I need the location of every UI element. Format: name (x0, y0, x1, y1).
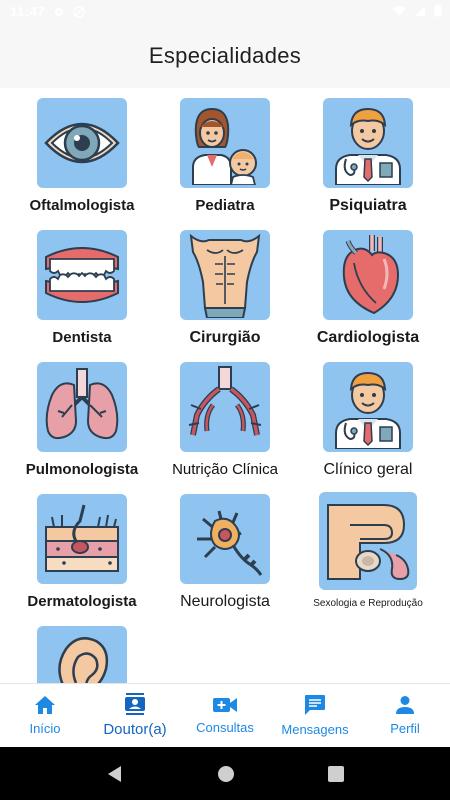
app-header: Especialidades (0, 24, 450, 88)
specialty-card-pulmonologista[interactable]: Pulmonologista (7, 352, 157, 484)
intestine-icon (188, 366, 262, 436)
specialty-tile[interactable] (37, 98, 127, 188)
app-screen: 11:47 Especialidades Oftalmologista Pedi… (0, 0, 450, 800)
specialty-card-ear[interactable] (7, 616, 157, 683)
specialty-tile[interactable] (37, 494, 127, 584)
status-right (392, 4, 442, 17)
nav-label: Início (29, 721, 61, 736)
video-call-icon (213, 698, 237, 712)
nav-inicio[interactable]: Início (0, 684, 90, 747)
status-bar: 11:47 (0, 0, 450, 24)
nav-doutor[interactable]: Doutor(a) (90, 684, 180, 747)
specialty-card-cardiologista[interactable]: Cardiologista (293, 220, 443, 352)
specialty-label: Pulmonologista (25, 461, 139, 478)
specialty-tile[interactable] (180, 494, 270, 584)
specialty-card-psiquiatra[interactable]: Psiquiatra (293, 88, 443, 220)
eye-icon (44, 122, 120, 164)
specialty-tile[interactable] (319, 492, 417, 590)
nav-label: Doutor(a) (103, 721, 167, 738)
teeth-icon (45, 247, 119, 303)
specialty-tile[interactable] (37, 626, 127, 683)
specialty-tile[interactable] (180, 98, 270, 188)
specialty-label: Oftalmologista (29, 197, 135, 214)
system-navigation-bar (0, 747, 450, 800)
person-icon (396, 696, 414, 714)
specialty-label: Nutrição Clínica (172, 461, 278, 478)
specialty-label: Cardiologista (316, 329, 420, 346)
home-button-icon[interactable] (217, 765, 235, 783)
contacts-icon (125, 693, 145, 715)
torso-icon (189, 233, 261, 318)
bottom-navigation: Início Doutor(a) Consultas Mensagens Per… (0, 683, 450, 747)
nav-label: Mensagens (281, 722, 349, 737)
nav-perfil[interactable]: Perfil (360, 684, 450, 747)
reproductive-icon (327, 504, 410, 581)
specialty-card-oftalmologista[interactable]: Oftalmologista (7, 88, 157, 220)
specialty-card-clinico-geral[interactable]: Clínico geral (293, 352, 443, 484)
home-icon (35, 696, 55, 714)
specialty-tile[interactable] (37, 230, 127, 320)
doctor-icon (335, 371, 401, 449)
specialty-tile[interactable] (323, 98, 413, 188)
page-title: Especialidades (148, 43, 302, 68)
specialty-grid: Oftalmologista Pediatra Psiquiatra Denti… (0, 88, 450, 683)
specialty-tile[interactable] (323, 362, 413, 452)
specialty-label: Dermatologista (27, 593, 137, 610)
ear-icon (58, 637, 109, 683)
status-time: 11:47 (10, 4, 46, 19)
specialty-tile[interactable] (37, 362, 127, 452)
specialty-card-cirurgiao[interactable]: Cirurgião (150, 220, 300, 352)
specialty-label: Neurologista (180, 593, 270, 610)
lungs-icon (45, 368, 119, 440)
blocked-status-icon (73, 5, 85, 18)
specialty-card-neurologista[interactable]: Neurologista (150, 484, 300, 616)
specialty-label: Sexologia e Reprodução (313, 598, 423, 609)
specialty-card-dentista[interactable]: Dentista (7, 220, 157, 352)
recents-icon[interactable] (327, 765, 344, 782)
doctor-icon (335, 107, 401, 185)
specialty-tile[interactable] (323, 230, 413, 320)
specialty-card-dermatologista[interactable]: Dermatologista (7, 484, 157, 616)
message-icon (305, 695, 325, 715)
heart-icon (342, 235, 400, 315)
signal-icon (415, 5, 425, 16)
specialty-label: Clínico geral (323, 461, 413, 478)
specialty-tile[interactable] (180, 362, 270, 452)
skin-icon (45, 504, 119, 572)
nav-consultas[interactable]: Consultas (180, 684, 270, 747)
nav-label: Consultas (196, 720, 254, 735)
pediatrician-icon (192, 107, 257, 185)
wifi-icon (392, 5, 406, 16)
specialty-label: Psiquiatra (329, 197, 407, 214)
specialty-label: Dentista (52, 329, 112, 346)
specialty-label: Cirurgião (189, 329, 261, 346)
nav-mensagens[interactable]: Mensagens (270, 684, 360, 747)
nav-label: Perfil (390, 721, 420, 736)
status-left: 11:47 (10, 4, 85, 19)
specialty-label: Pediatra (195, 197, 255, 214)
back-icon[interactable] (106, 765, 124, 783)
specialty-card-pediatra[interactable]: Pediatra (150, 88, 300, 220)
settings-status-icon (55, 7, 64, 16)
battery-icon (434, 4, 442, 17)
specialty-tile[interactable] (180, 230, 270, 320)
neuron-icon (197, 510, 263, 576)
specialty-card-nutricao-clinica[interactable]: Nutrição Clínica (150, 352, 300, 484)
specialty-card-sexologia-reproducao[interactable]: Sexologia e Reprodução (293, 484, 443, 616)
